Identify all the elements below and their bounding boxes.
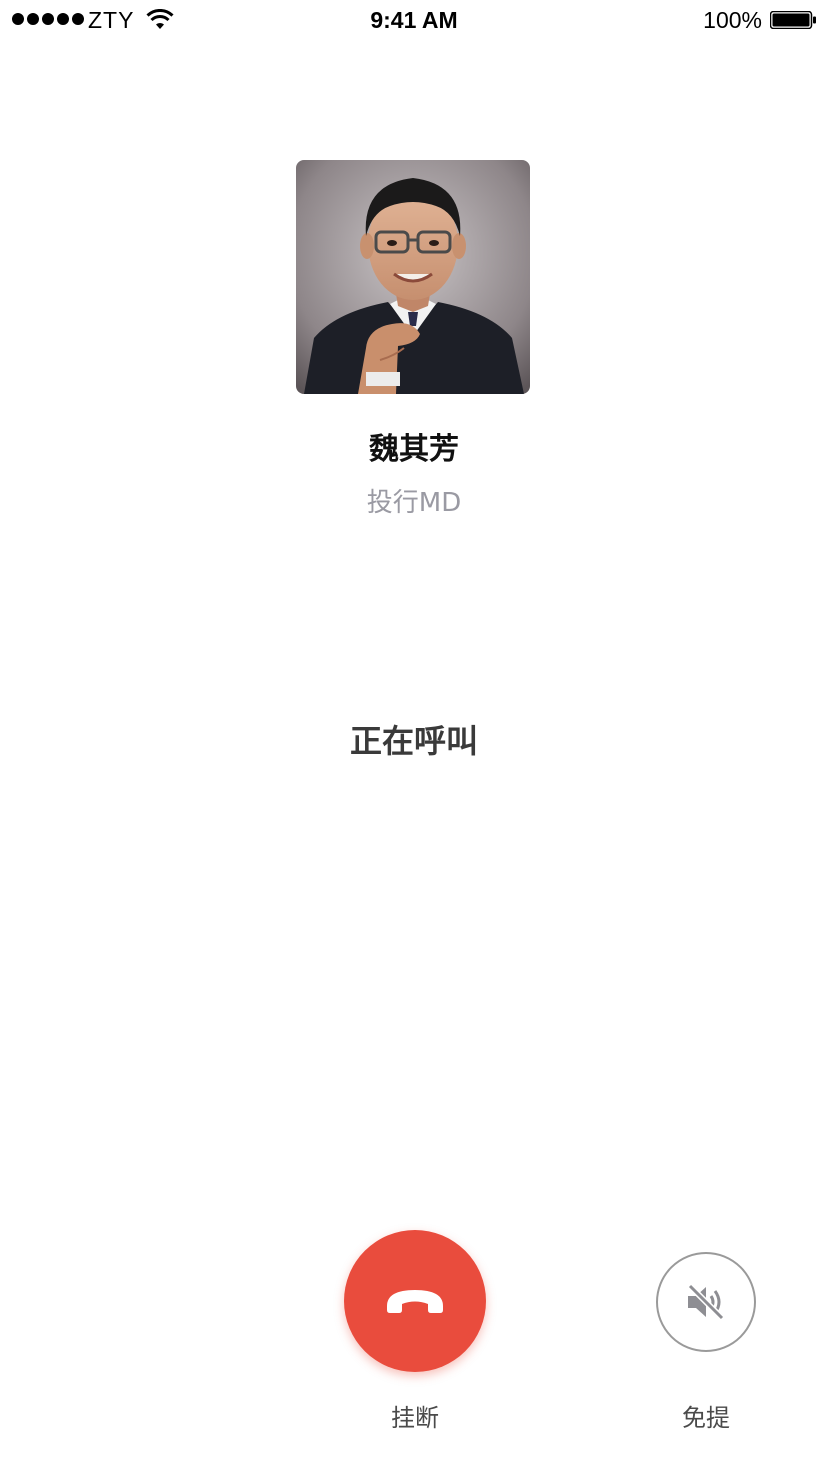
battery-percent: 100% <box>703 7 762 33</box>
status-bar: ZTY 9:41 AM 100% <box>0 0 828 40</box>
avatar <box>296 160 530 394</box>
phone-hangup-icon <box>387 1290 443 1313</box>
caller-name: 魏其芳 <box>369 432 459 467</box>
avatar-photo <box>296 160 530 394</box>
battery-icon <box>770 11 816 29</box>
caller-title: 投行MD <box>366 488 462 518</box>
speaker-label: 免提 <box>682 1404 730 1432</box>
speaker-muted-icon <box>687 1283 725 1321</box>
speaker-button[interactable] <box>656 1252 756 1352</box>
call-status: 正在呼叫 <box>349 722 478 760</box>
hangup-label: 挂断 <box>391 1404 439 1432</box>
hangup-button[interactable] <box>344 1230 486 1372</box>
